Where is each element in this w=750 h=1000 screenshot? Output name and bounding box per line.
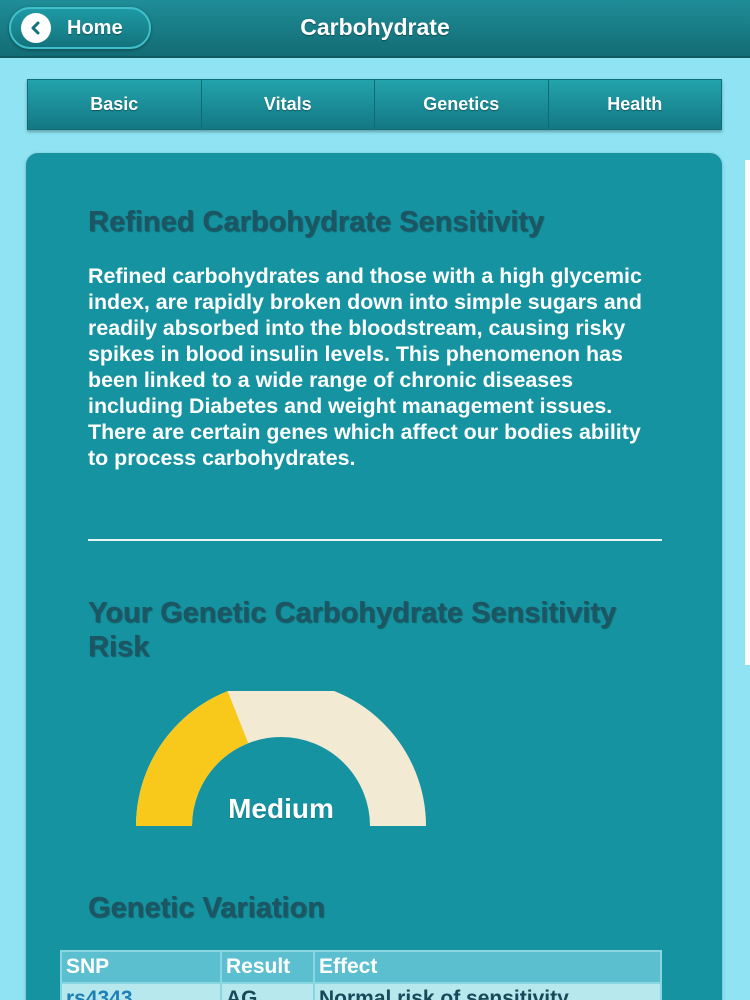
snp-result: AG — [220, 982, 315, 1000]
divider — [88, 539, 662, 541]
snp-table: SNP Result Effect rs4343 AG Normal risk … — [60, 950, 662, 1000]
section-description: Refined carbohydrates and those with a h… — [88, 264, 642, 470]
tab-basic[interactable]: Basic — [28, 80, 202, 129]
table-row: rs4343 AG Normal risk of sensitivity — [60, 982, 662, 1000]
risk-level-label: Medium — [228, 793, 334, 824]
tab-genetics[interactable]: Genetics — [375, 80, 549, 129]
tab-vitals[interactable]: Vitals — [201, 80, 375, 129]
tab-bar: Basic Vitals Genetics Health — [27, 79, 722, 130]
variation-heading: Genetic Variation — [88, 892, 325, 924]
page-title: Carbohydrate — [300, 14, 450, 40]
snp-link[interactable]: rs4343 — [60, 982, 222, 1000]
section-heading: Refined Carbohydrate Sensitivity — [88, 206, 545, 238]
content-card: Refined Carbohydrate Sensitivity Refined… — [26, 153, 722, 1000]
tab-health[interactable]: Health — [548, 80, 721, 129]
top-bar: Home Carbohydrate — [0, 0, 750, 58]
column-header-effect: Effect — [313, 950, 662, 984]
column-header-snp: SNP — [60, 950, 222, 984]
risk-heading: Your Genetic Carbohydrate Sensitivity Ri… — [88, 597, 617, 663]
snp-effect: Normal risk of sensitivity — [313, 982, 662, 1000]
column-header-result: Result — [220, 950, 315, 984]
table-header-row: SNP Result Effect — [60, 950, 662, 984]
scrollbar[interactable] — [745, 160, 750, 665]
